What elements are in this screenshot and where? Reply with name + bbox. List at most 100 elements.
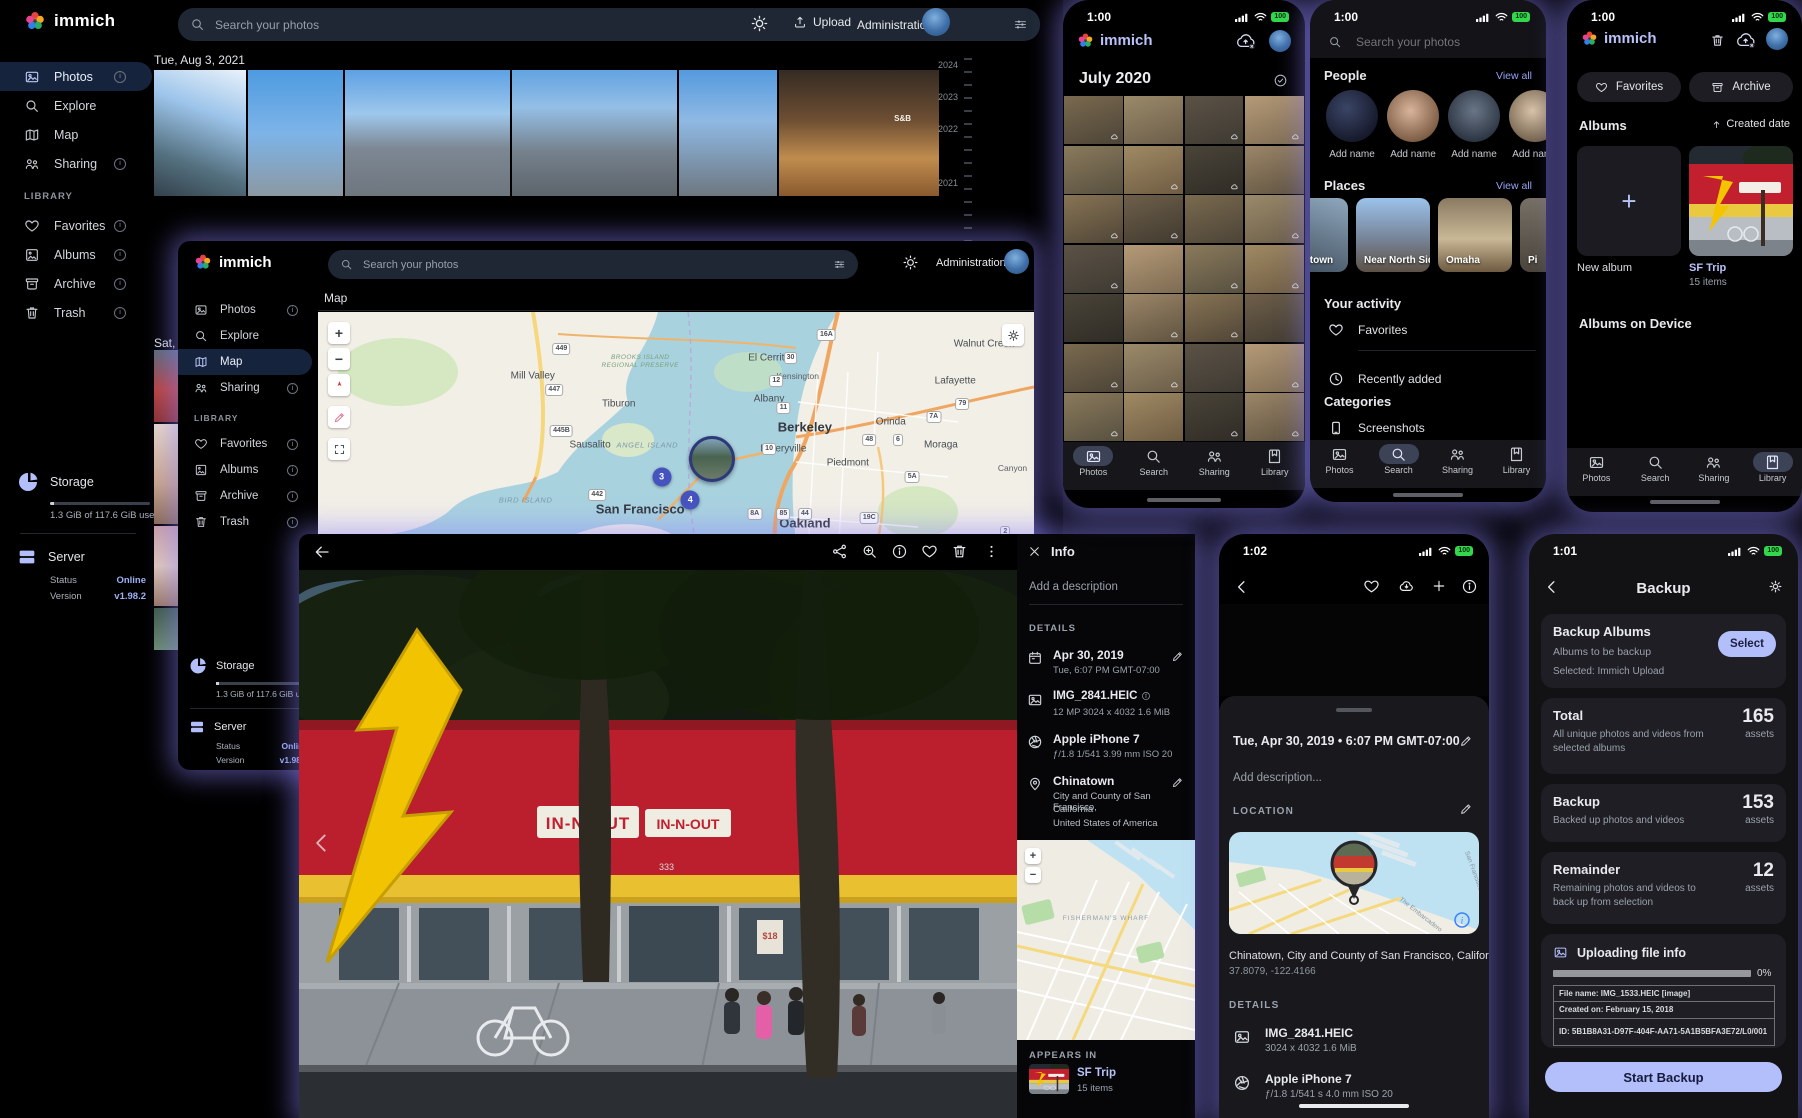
nav-tab-search[interactable]: Search: [1626, 448, 1685, 496]
place-card[interactable]: Pi: [1520, 198, 1546, 272]
place-card[interactable]: Near North Side: [1356, 198, 1430, 272]
photo-thumbnail[interactable]: [1064, 96, 1123, 144]
draw-button[interactable]: [328, 406, 350, 428]
select-button[interactable]: Select: [1718, 631, 1776, 657]
favorite-icon[interactable]: [1363, 578, 1380, 595]
home-indicator[interactable]: [1299, 1104, 1409, 1108]
search-bar[interactable]: [328, 250, 858, 279]
photo-thumbnail[interactable]: [1245, 344, 1304, 392]
category-item-screenshots[interactable]: Screenshots: [1310, 416, 1546, 440]
photo-thumbnail[interactable]: [248, 70, 343, 196]
photo-thumbnail[interactable]: [154, 70, 246, 196]
edit-date-icon[interactable]: [1459, 734, 1473, 748]
select-all-icon[interactable]: [1273, 73, 1288, 88]
photo-thumbnail[interactable]: [1064, 294, 1123, 342]
photo-thumbnail[interactable]: [1185, 146, 1244, 194]
sidebar-item-archive[interactable]: Archivei: [0, 269, 152, 298]
photo-thumbnail[interactable]: [1124, 96, 1183, 144]
photo-thumbnail[interactable]: [1064, 245, 1123, 293]
sidebar-item-photos[interactable]: Photosi: [0, 62, 152, 91]
info-icon[interactable]: [1461, 578, 1478, 595]
map-settings-button[interactable]: [1002, 324, 1024, 346]
photo-thumbnail[interactable]: [1245, 245, 1304, 293]
edit-date-icon[interactable]: [1171, 650, 1184, 663]
zoom-out-button[interactable]: −: [1025, 867, 1041, 883]
place-card[interactable]: Chinatown: [1310, 198, 1348, 272]
location-title[interactable]: Chinatown: [1053, 774, 1114, 788]
photo-thumbnail[interactable]: [1185, 344, 1244, 392]
album-tile-sf-trip[interactable]: [1689, 146, 1793, 256]
nav-tab-library[interactable]: Library: [1743, 448, 1802, 496]
sidebar-item-photos[interactable]: Photosi: [178, 297, 312, 323]
person-face[interactable]: [1448, 90, 1500, 142]
photo-thumbnail[interactable]: [1245, 294, 1304, 342]
new-album-tile[interactable]: +: [1577, 146, 1681, 256]
add-icon[interactable]: [1431, 578, 1447, 594]
back-icon[interactable]: [1233, 578, 1251, 596]
sidebar-item-albums[interactable]: Albumsi: [178, 457, 312, 483]
photo-thumbnail[interactable]: [154, 424, 180, 524]
add-name-label[interactable]: Add name: [1509, 149, 1546, 160]
photo-thumbnail[interactable]: [1245, 195, 1304, 243]
add-name-label[interactable]: Add name: [1448, 149, 1500, 160]
photo-thumbnail[interactable]: [679, 70, 777, 196]
add-name-label[interactable]: Add name: [1326, 149, 1378, 160]
nav-tab-search[interactable]: Search: [1369, 440, 1428, 488]
photo-thumbnail[interactable]: [1064, 146, 1123, 194]
nav-tab-library[interactable]: Library: [1487, 440, 1546, 488]
cloud-download-icon[interactable]: [1397, 578, 1416, 595]
album-thumbnail[interactable]: [1029, 1064, 1069, 1094]
sidebar-item-map[interactable]: Map: [0, 120, 152, 149]
places-view-all[interactable]: View all: [1496, 180, 1532, 192]
person-face[interactable]: [1387, 90, 1439, 142]
avatar[interactable]: [1004, 249, 1029, 274]
home-indicator[interactable]: [1650, 500, 1720, 504]
share-icon[interactable]: [831, 543, 848, 560]
sidebar-item-albums[interactable]: Albumsi: [0, 240, 152, 269]
photo-in-n-out[interactable]: IN-N-OUTIN-N-OUT333$18: [299, 570, 1017, 1118]
avatar[interactable]: [1269, 30, 1291, 52]
description-placeholder[interactable]: Add a description: [1029, 581, 1118, 593]
place-card[interactable]: Omaha: [1438, 198, 1512, 272]
photo-cluster-marker[interactable]: 3: [652, 467, 671, 486]
search-input[interactable]: [1356, 35, 1506, 49]
photo-thumbnail[interactable]: [154, 350, 180, 422]
sidebar-item-trash[interactable]: Trashi: [0, 298, 152, 327]
theme-toggle-icon[interactable]: [750, 14, 769, 33]
upload-button[interactable]: Upload: [793, 15, 851, 29]
sidebar-item-trash[interactable]: Trashi: [178, 509, 312, 535]
photo-thumbnail[interactable]: [512, 70, 677, 196]
photo-thumbnail[interactable]: [154, 608, 180, 650]
search-input[interactable]: [363, 259, 823, 271]
add-name-label[interactable]: Add name: [1387, 149, 1439, 160]
activity-item-recently-added[interactable]: Recently added: [1310, 367, 1546, 391]
filter-icon[interactable]: [1013, 17, 1028, 32]
immich-logo[interactable]: immich: [194, 253, 272, 271]
info-icon[interactable]: [891, 543, 908, 560]
compass-button[interactable]: [328, 374, 350, 396]
drag-handle[interactable]: [1336, 708, 1372, 712]
delete-icon[interactable]: [951, 543, 968, 560]
photo-thumbnail[interactable]: [1245, 96, 1304, 144]
fullscreen-button[interactable]: [328, 438, 350, 460]
photo-thumbnail[interactable]: [1245, 146, 1304, 194]
zoom-out-button[interactable]: −: [328, 348, 350, 370]
previous-photo-icon[interactable]: [309, 830, 335, 856]
photo-thumbnail[interactable]: [1245, 393, 1304, 441]
file-info-icon[interactable]: [1141, 691, 1151, 701]
photo-thumbnail[interactable]: [154, 526, 180, 606]
trash-icon[interactable]: [1710, 33, 1725, 48]
sync-cloud-icon[interactable]: [1735, 33, 1757, 49]
search-bar[interactable]: [1328, 30, 1528, 54]
photo-thumbnail[interactable]: [1185, 294, 1244, 342]
settings-icon[interactable]: [1767, 578, 1784, 595]
nav-tab-search[interactable]: Search: [1124, 442, 1185, 490]
nav-tab-sharing[interactable]: Sharing: [1428, 440, 1487, 488]
photo-thumbnail[interactable]: [1185, 96, 1244, 144]
home-indicator[interactable]: [1147, 498, 1221, 502]
description-placeholder[interactable]: Add description...: [1233, 772, 1322, 784]
photo-thumbnail[interactable]: [1185, 245, 1244, 293]
filter-icon[interactable]: [833, 258, 846, 271]
photo-thumbnail[interactable]: [1124, 344, 1183, 392]
photo-dark[interactable]: [1219, 604, 1489, 696]
